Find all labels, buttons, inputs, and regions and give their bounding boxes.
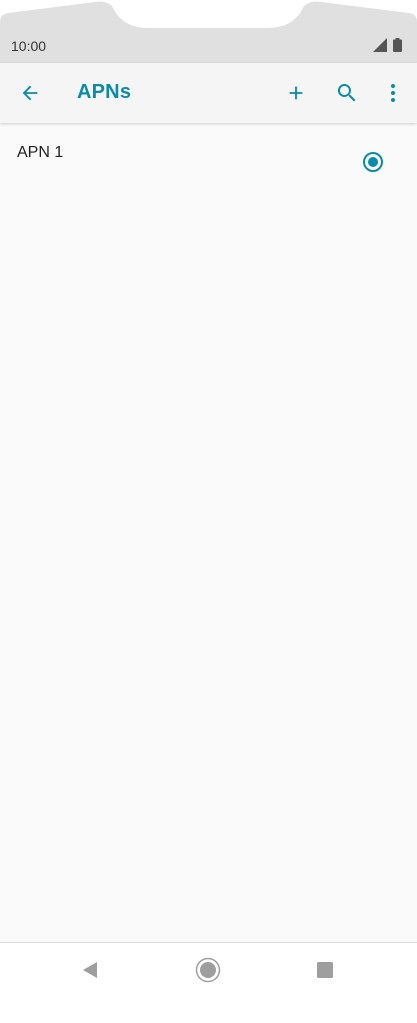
nav-bar — [0, 942, 417, 1023]
nav-back-button[interactable] — [75, 955, 105, 985]
add-apn-button[interactable] — [278, 75, 314, 111]
status-bar: 10:00 — [0, 0, 417, 63]
nav-recents-button[interactable] — [310, 955, 340, 985]
search-button[interactable] — [329, 75, 365, 111]
page-title: APNs — [77, 81, 132, 103]
apn-list: APN 1 — [0, 124, 417, 196]
apn-name: APN 1 — [17, 144, 64, 161]
status-time: 10:00 — [11, 38, 47, 54]
more-vert-icon — [391, 84, 395, 102]
battery-icon — [393, 38, 402, 52]
recents-square-icon — [317, 962, 333, 978]
back-triangle-icon — [83, 962, 97, 978]
back-button[interactable] — [12, 75, 48, 111]
nav-home-button[interactable] — [193, 955, 223, 985]
search-icon — [337, 84, 356, 102]
radio-selected-icon[interactable] — [362, 151, 384, 173]
signal-icon — [373, 38, 387, 52]
notch-shape — [0, 0, 417, 63]
status-icons — [373, 38, 402, 52]
arrow-left-icon — [22, 85, 38, 101]
home-circle-icon — [195, 957, 221, 983]
list-item[interactable]: APN 1 — [0, 124, 417, 196]
plus-icon — [289, 86, 303, 100]
more-options-button[interactable] — [375, 75, 411, 111]
app-bar: APNs — [0, 63, 417, 123]
